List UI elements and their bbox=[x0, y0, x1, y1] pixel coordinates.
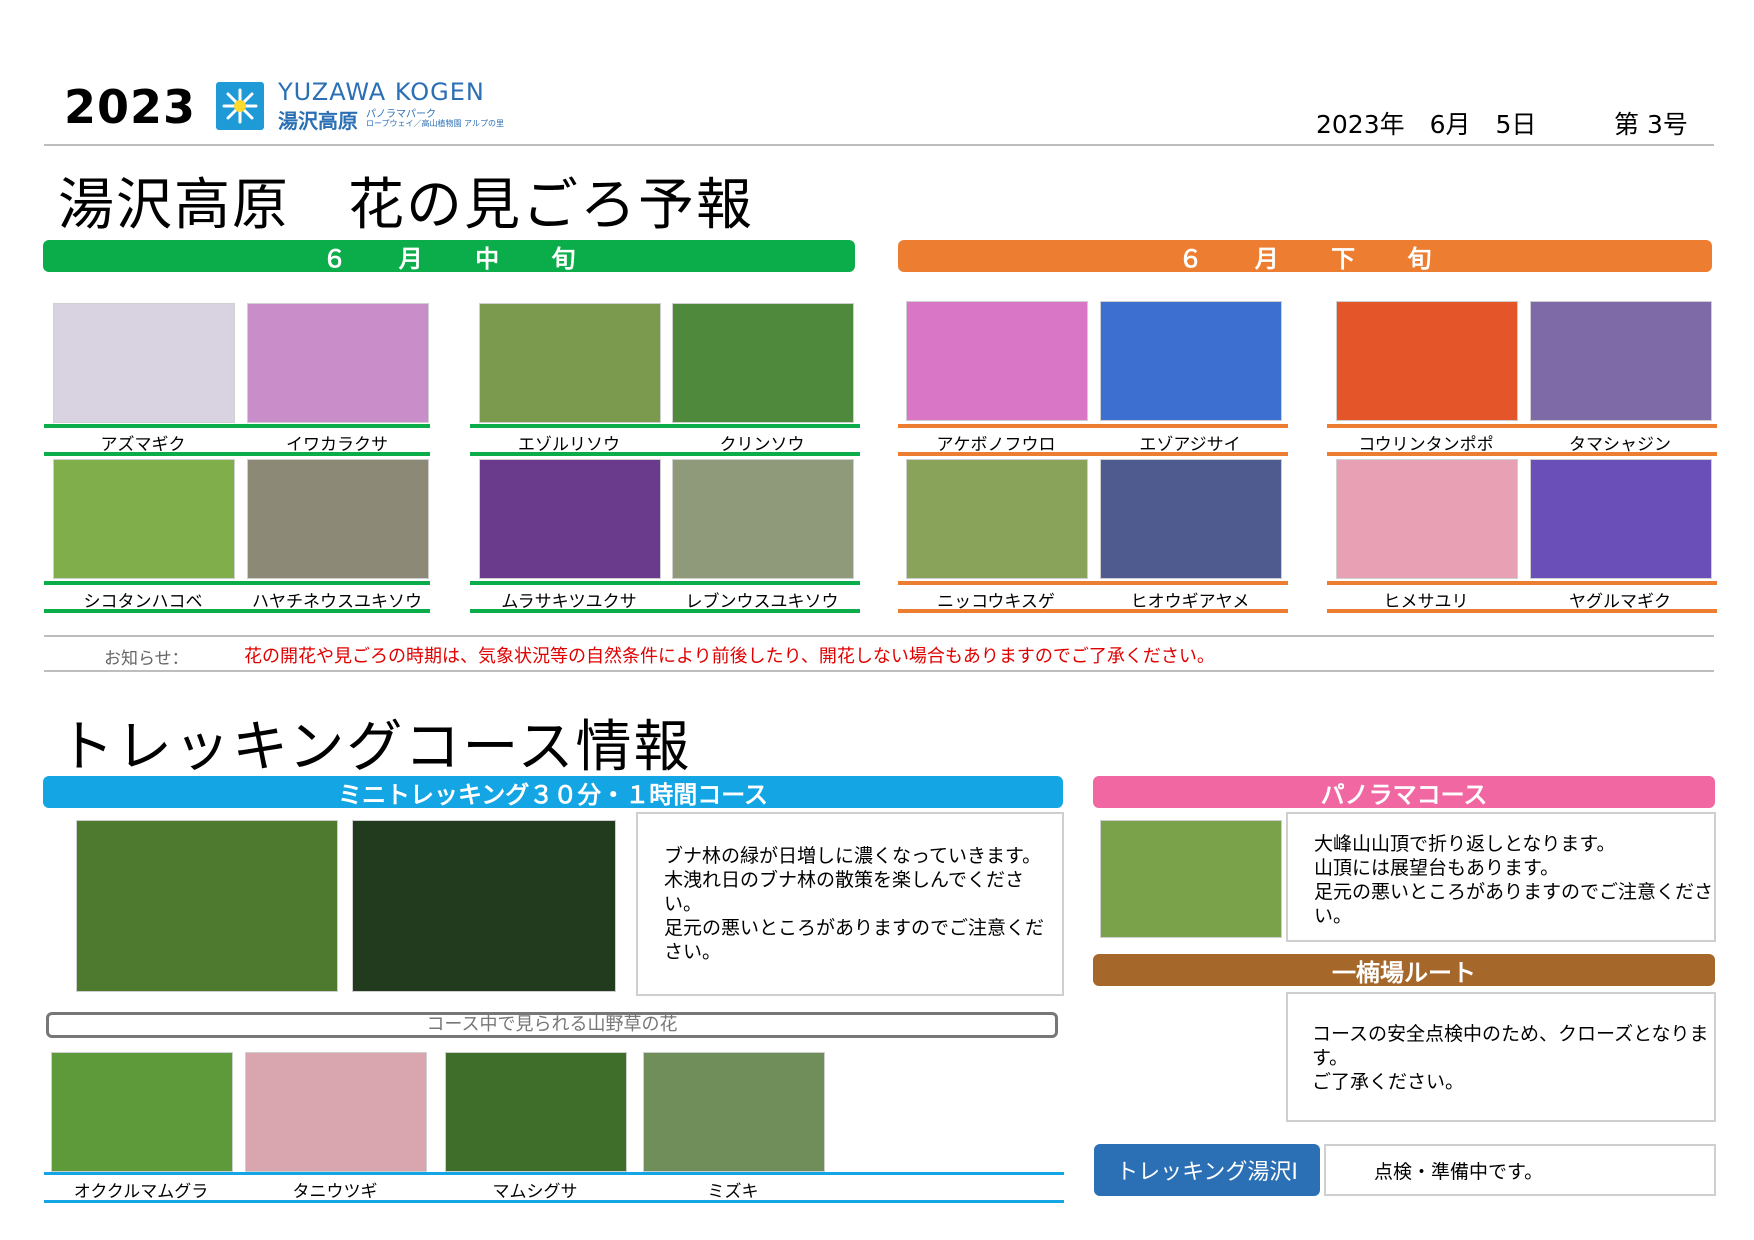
flower-photo bbox=[53, 459, 235, 579]
flower-photo bbox=[479, 459, 661, 579]
edelweiss-logo-icon bbox=[216, 82, 264, 130]
logo-japanese-name: 湯沢高原 bbox=[278, 109, 358, 133]
panorama-course-photo bbox=[1100, 820, 1282, 938]
caption-rule bbox=[470, 609, 860, 613]
flower-photo bbox=[1530, 301, 1712, 421]
late-june-header: ６ 月 下 旬 bbox=[898, 240, 1712, 273]
mid-june-header: ６ 月 中 旬 bbox=[43, 240, 855, 273]
caption-rule bbox=[470, 452, 860, 456]
wild-flowers-label: コース中で見られる山野草の花 bbox=[46, 1012, 1058, 1038]
wild-flower-caption: ミズキ bbox=[707, 1182, 759, 1202]
notice-text: 花の開花や見ごろの時期は、気象状況等の自然条件により前後したり、開花しない場合も… bbox=[244, 646, 1215, 667]
flower-photo bbox=[247, 459, 429, 579]
flower-photo bbox=[479, 303, 661, 423]
caption-rule bbox=[44, 452, 430, 456]
flower-photo bbox=[1530, 459, 1712, 579]
caption-rule bbox=[898, 609, 1288, 613]
caption-rule bbox=[470, 424, 860, 428]
header-divider bbox=[44, 144, 1714, 146]
ichinan-route-header: 一楠場ルート bbox=[1093, 954, 1715, 987]
beech-forest-photo bbox=[76, 820, 338, 992]
wild-flower-caption: タニウツギ bbox=[292, 1182, 378, 1202]
wild-flower-photo bbox=[643, 1052, 825, 1172]
wild-flower-caption: オククルマムグラ bbox=[73, 1182, 209, 1202]
flower-photo bbox=[672, 303, 854, 423]
trekking-yuzawa-status: 点検・準備中です。 bbox=[1324, 1144, 1716, 1196]
flower-forecast-title: 湯沢高原 花の見ごろ予報 bbox=[58, 173, 754, 238]
panorama-course-info: 大峰山山頂で折り返しとなります。 山頂には展望台もあります。 足元の悪いところが… bbox=[1286, 812, 1716, 942]
notice-divider bbox=[44, 670, 1714, 672]
caption-rule bbox=[1327, 424, 1717, 428]
flower-photo bbox=[1336, 459, 1518, 579]
flower-photo bbox=[1100, 459, 1282, 579]
logo-subtitle-facilities: ロープウェイ／高山植物園 アルプの里 bbox=[366, 119, 504, 128]
issue-date: 2023年 6月 5日 bbox=[1316, 110, 1537, 139]
caption-rule bbox=[44, 424, 430, 428]
caption-rule bbox=[898, 424, 1288, 428]
flower-photo bbox=[1100, 301, 1282, 421]
flower-photo bbox=[1336, 301, 1518, 421]
caption-rule bbox=[1327, 452, 1717, 456]
flower-photo bbox=[906, 459, 1088, 579]
mini-trekking-info: ブナ林の緑が日増しに濃くなっていきます。 木洩れ日のブナ林の散策を楽しんでくださ… bbox=[636, 812, 1064, 996]
issue-number: 第 3号 bbox=[1614, 110, 1688, 139]
mini-trekking-header: ミニトレッキング３０分・１時間コース bbox=[43, 776, 1063, 809]
notice-divider bbox=[44, 635, 1714, 637]
beech-forest-sunlight-photo bbox=[352, 820, 616, 992]
caption-rule bbox=[898, 581, 1288, 585]
caption-rule bbox=[898, 452, 1288, 456]
trekking-title: トレッキングコース情報 bbox=[58, 715, 692, 780]
caption-rule bbox=[44, 1200, 1064, 1203]
caption-rule bbox=[44, 581, 430, 585]
caption-rule bbox=[470, 581, 860, 585]
panorama-course-header: パノラマコース bbox=[1093, 776, 1715, 809]
ichinan-route-info: コースの安全点検中のため、クローズとなります。 ご了承ください。 bbox=[1286, 992, 1716, 1122]
wild-flower-photo bbox=[445, 1052, 627, 1172]
wild-flower-caption: マムシグサ bbox=[492, 1182, 578, 1202]
notice-label: お知らせ： bbox=[104, 649, 189, 669]
trekking-yuzawa-button[interactable]: トレッキング湯沢Ⅰ bbox=[1094, 1144, 1320, 1196]
wild-flower-photo bbox=[51, 1052, 233, 1172]
newsletter-year: 2023 bbox=[64, 80, 197, 134]
flower-photo bbox=[247, 303, 429, 423]
flower-photo bbox=[672, 459, 854, 579]
flower-photo bbox=[906, 301, 1088, 421]
caption-rule bbox=[44, 1172, 1064, 1175]
caption-rule bbox=[1327, 609, 1717, 613]
caption-rule bbox=[44, 609, 430, 613]
flower-photo bbox=[53, 303, 235, 423]
caption-rule bbox=[1327, 581, 1717, 585]
wild-flower-photo bbox=[245, 1052, 427, 1172]
logo-english-name: YUZAWA KOGEN bbox=[278, 78, 485, 106]
